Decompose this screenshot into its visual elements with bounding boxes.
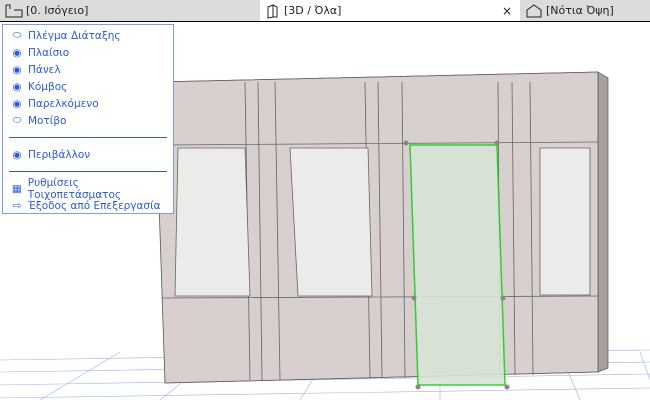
tab-floor-plan[interactable]: [0. Ισόγειο] [0, 0, 260, 21]
eye-icon: ◉ [12, 97, 22, 110]
exit-icon: ⇨ [12, 199, 22, 212]
menu-item-environment[interactable]: ◉ Περιβάλλον [3, 146, 173, 163]
menu-label: Πλέγμα Διάταξης [28, 29, 121, 42]
elevation-icon [526, 3, 542, 17]
menu-item-junction[interactable]: ◉ Κόμβος [3, 78, 173, 95]
menu-item-frame[interactable]: ◉ Πλαίσιο [3, 44, 173, 61]
menu-item-pattern[interactable]: ⬭ Μοτίβο [3, 112, 173, 129]
menu-item-curtain-wall-settings[interactable]: ▦ Ρυθμίσεις Τοιχοπετάσματος [3, 177, 173, 201]
menu-label: Μοτίβο [28, 114, 67, 127]
eye-icon: ◉ [12, 80, 22, 93]
menu-label: Παρελκόμενο [28, 97, 99, 110]
menu-label: Πλαίσιο [28, 46, 70, 59]
menu-item-panel[interactable]: ◉ Πάνελ [3, 61, 173, 78]
eye-closed-icon: ⬭ [12, 114, 22, 126]
menu-divider [9, 137, 167, 138]
menu-label: Πάνελ [28, 63, 61, 76]
tab-3d[interactable]: [3D / Όλα] × [260, 0, 520, 21]
tab-label: [Νότια Όψη] [546, 4, 614, 17]
3d-box-icon [267, 3, 278, 19]
eye-icon: ◉ [12, 63, 22, 76]
menu-item-layout-grid[interactable]: ⬭ Πλέγμα Διάταξης [3, 27, 173, 44]
menu-label: Κόμβος [28, 80, 68, 93]
menu-item-exit-edit[interactable]: ⇨ Έξοδος από Επεξεργασία [3, 197, 173, 214]
tab-label: [0. Ισόγειο] [26, 4, 89, 17]
eye-icon: ◉ [12, 46, 22, 59]
menu-item-accessory[interactable]: ◉ Παρελκόμενο [3, 95, 173, 112]
tab-label: [3D / Όλα] [284, 4, 342, 17]
eye-icon: ◉ [12, 148, 22, 161]
close-tab-button[interactable]: × [502, 4, 512, 18]
menu-divider [9, 171, 167, 172]
floor-plan-icon [5, 4, 23, 17]
menu-label: Έξοδος από Επεξεργασία [28, 199, 161, 212]
curtain-wall-settings-icon: ▦ [11, 182, 22, 195]
eye-closed-icon: ⬭ [12, 29, 22, 41]
selected-panel[interactable] [409, 144, 506, 386]
tab-south-elevation[interactable]: [Νότια Όψη] [520, 0, 650, 21]
context-menu: ⬭ Πλέγμα Διάταξης ◉ Πλαίσιο ◉ Πάνελ ◉ Κόμβος… [2, 24, 174, 214]
menu-label: Περιβάλλον [28, 148, 91, 161]
menu-label: Ρυθμίσεις Τοιχοπετάσματος [27, 176, 122, 201]
tab-bar: [0. Ισόγειο] [3D / Όλα] × [Νότια Όψη] [0, 0, 650, 22]
